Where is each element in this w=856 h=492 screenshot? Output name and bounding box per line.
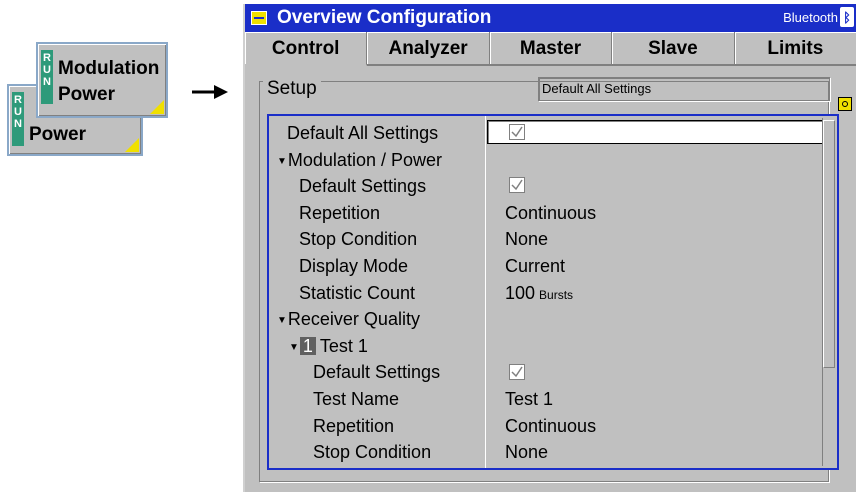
row-label-text: Repetition bbox=[313, 415, 395, 436]
row-value-text: 100 bbox=[505, 282, 536, 303]
table-row[interactable]: Default Settings bbox=[269, 173, 829, 199]
row-label-text: Stop Condition bbox=[299, 229, 418, 250]
row-label-text: Default All Settings bbox=[287, 123, 439, 143]
right-arrow-icon bbox=[192, 85, 228, 99]
softkey-modulation-power[interactable]: RUN Modulation Power bbox=[36, 42, 168, 118]
row-unit: Bursts bbox=[539, 287, 574, 302]
table-row[interactable]: Repetition Continuous bbox=[269, 200, 829, 226]
title-bar: Overview Configuration Bluetooth ᛒ bbox=[245, 4, 856, 32]
corner-marker bbox=[150, 100, 164, 114]
table-row[interactable]: Display Mode Current bbox=[269, 253, 829, 279]
table-row[interactable]: Statistic Count 100 Bursts bbox=[269, 280, 829, 306]
checkbox[interactable] bbox=[509, 124, 525, 141]
row-value[interactable]: None bbox=[505, 439, 548, 465]
table-row[interactable]: ▼Receiver Quality bbox=[269, 306, 829, 332]
window-title: Overview Configuration bbox=[277, 7, 492, 28]
run-indicator: RUN bbox=[41, 50, 53, 104]
tab-bar: Control Analyzer Master Slave Limits bbox=[245, 32, 856, 66]
run-indicator: RUN bbox=[12, 92, 24, 146]
row-value[interactable]: Continuous bbox=[505, 413, 596, 439]
table-row[interactable]: Stop Condition None bbox=[269, 439, 829, 465]
tab-slave[interactable]: Slave bbox=[612, 32, 735, 66]
row-label: Default Settings bbox=[299, 173, 426, 199]
tab-limits[interactable]: Limits bbox=[734, 32, 856, 66]
corner-marker bbox=[125, 138, 139, 152]
table-row[interactable]: Repetition Continuous bbox=[269, 413, 829, 439]
tab-analyzer[interactable]: Analyzer bbox=[367, 32, 490, 66]
row-value[interactable]: Test 1 bbox=[505, 386, 553, 412]
row-label: Display Mode bbox=[299, 253, 408, 279]
table-row[interactable]: ▼ 1 Test 1 bbox=[269, 333, 829, 359]
row-label: Stop Condition bbox=[299, 226, 417, 252]
overview-configuration-window: Overview Configuration Bluetooth ᛒ Contr… bbox=[243, 4, 856, 492]
row-value-text: Test 1 bbox=[505, 389, 554, 409]
table-row[interactable]: Stop Condition None bbox=[269, 226, 829, 252]
softkey-label-line1: Modulation bbox=[58, 58, 160, 79]
tab-master[interactable]: Master bbox=[489, 32, 613, 66]
row-label: Default Settings bbox=[313, 359, 440, 385]
expand-triangle-icon[interactable]: ▼ bbox=[277, 149, 287, 175]
expand-triangle-icon[interactable]: ▼ bbox=[277, 308, 287, 334]
row-value[interactable]: 100 Bursts bbox=[505, 280, 573, 308]
row-value[interactable]: Current bbox=[505, 253, 565, 279]
row-label: Stop Condition bbox=[313, 439, 431, 465]
row-label-text: Test 1 bbox=[319, 335, 368, 356]
row-label-text: Modulation / Power bbox=[287, 149, 442, 170]
row-label: ▼Modulation / Power bbox=[277, 147, 442, 175]
row-label: Repetition bbox=[299, 200, 380, 226]
row-label-text: Default Settings bbox=[313, 362, 441, 383]
row-label: Statistic Count bbox=[299, 280, 415, 306]
table-row[interactable]: ▼Modulation / Power bbox=[269, 147, 829, 173]
checkbox[interactable] bbox=[509, 363, 525, 380]
row-value[interactable]: None bbox=[505, 226, 548, 252]
scrollbar-thumb[interactable] bbox=[823, 120, 835, 368]
bluetooth-icon: ᛒ bbox=[840, 7, 854, 27]
setup-selected-field: Default All Settings bbox=[538, 77, 830, 101]
row-label-text: Test Name bbox=[313, 389, 400, 409]
settings-table: Default All Settings ▼Modulation / Power D… bbox=[267, 114, 839, 470]
row-label-text: Default Settings bbox=[299, 176, 427, 197]
row-label: Repetition bbox=[313, 413, 394, 439]
mode-label: Bluetooth bbox=[783, 10, 838, 25]
row-value-text: Current bbox=[505, 256, 566, 276]
row-label: Default All Settings bbox=[287, 120, 438, 146]
row-value[interactable] bbox=[505, 120, 525, 146]
table-row[interactable]: Default All Settings bbox=[269, 120, 829, 146]
table-row[interactable]: Default Settings bbox=[269, 359, 829, 385]
test-number-badge: 1 bbox=[299, 336, 316, 355]
refresh-icon[interactable] bbox=[838, 97, 852, 111]
row-value-text: Continuous bbox=[505, 202, 597, 223]
row-value[interactable] bbox=[505, 359, 525, 385]
window-menu-icon[interactable] bbox=[251, 11, 267, 25]
row-label-text: Repetition bbox=[299, 202, 381, 223]
row-label: ▼ 1 Test 1 bbox=[289, 333, 368, 361]
table-row[interactable]: Test Name Test 1 bbox=[269, 386, 829, 412]
row-label: ▼Receiver Quality bbox=[277, 306, 420, 334]
vertical-scrollbar[interactable] bbox=[822, 118, 835, 466]
row-value-text: None bbox=[505, 442, 549, 463]
row-label-text: Stop Condition bbox=[313, 442, 432, 463]
row-label: Test Name bbox=[313, 386, 399, 412]
row-value[interactable] bbox=[505, 173, 525, 199]
row-value-text: None bbox=[505, 229, 549, 250]
softkey-label: Power bbox=[29, 124, 87, 145]
setup-title: Setup bbox=[263, 78, 321, 100]
tab-control[interactable]: Control bbox=[245, 32, 368, 66]
row-label-text: Display Mode bbox=[299, 256, 409, 276]
checkbox[interactable] bbox=[509, 177, 525, 194]
expand-triangle-icon[interactable]: ▼ bbox=[289, 335, 299, 361]
row-value-text: Continuous bbox=[505, 415, 597, 436]
row-value[interactable]: Continuous bbox=[505, 200, 596, 226]
row-label-text: Statistic Count bbox=[299, 282, 416, 303]
softkey-label-line2: Power bbox=[58, 84, 116, 105]
row-label-text: Receiver Quality bbox=[287, 309, 420, 330]
